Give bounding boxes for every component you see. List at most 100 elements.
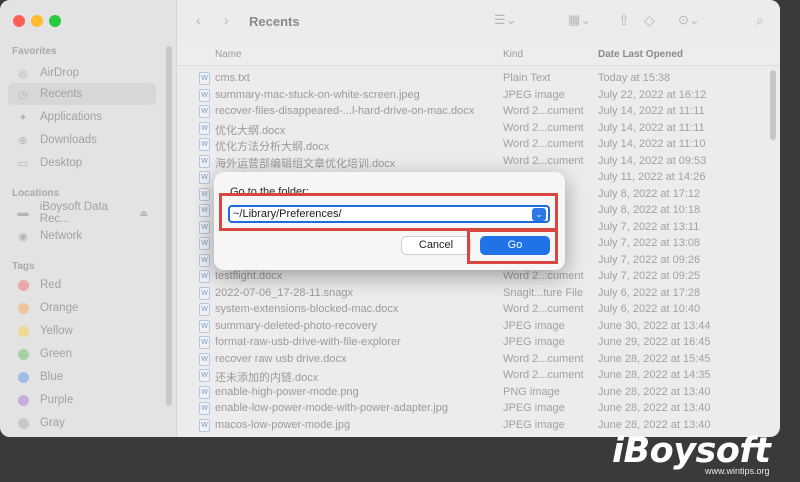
column-kind[interactable]: Kind <box>503 49 523 60</box>
sidebar-tag-orange[interactable]: Orange <box>8 297 156 319</box>
sidebar-item-airdrop[interactable]: ◎ AirDrop <box>8 62 156 84</box>
sidebar: Favorites ◎ AirDrop ◷ Recents ✦ Applicat… <box>0 0 177 437</box>
file-date: July 7, 2022 at 09:26 <box>598 253 701 266</box>
cancel-button[interactable]: Cancel <box>401 236 471 255</box>
sidebar-tag-blue[interactable]: Blue <box>8 366 156 388</box>
list-item[interactable]: W 优化方法分析大纲.docx Word 2...cument July 14, 20… <box>178 136 780 153</box>
file-date: July 11, 2022 at 14:26 <box>598 171 706 183</box>
file-date: June 29, 2022 at 16:45 <box>598 336 711 348</box>
file-kind: JPEG image <box>503 319 565 332</box>
desktop-icon: ▭ <box>17 157 29 170</box>
file-name: format-raw-usb-drive-with-file-explorer <box>215 336 401 348</box>
sidebar-tag-gray[interactable]: Gray <box>8 412 156 434</box>
list-item[interactable]: Wrecover-files-disappeared-...l-hard-dri… <box>178 103 780 120</box>
file-name: recover-files-disappeared-...l-hard-driv… <box>215 105 475 117</box>
list-item[interactable]: Wenable-high-power-mode.png PNG image June… <box>178 384 780 401</box>
list-item[interactable]: Wcms.txt Plain Text Today at 15:38 <box>178 70 780 87</box>
zoom-window-button[interactable] <box>49 15 61 27</box>
file-name: system-extensions-blocked-mac.docx <box>215 303 399 315</box>
sidebar-item-label: Green <box>40 348 72 360</box>
sidebar-section-favorites: Favorites <box>12 46 57 57</box>
file-icon: W <box>199 319 210 333</box>
file-name: enable-low-power-mode-with-power-adapter… <box>215 402 448 414</box>
list-item[interactable]: Wrecover raw usb drive.docx Word 2...cume… <box>178 351 780 368</box>
tag-dot-icon <box>18 302 29 314</box>
file-date: July 7, 2022 at 13:11 <box>598 220 700 233</box>
column-date-last-opened[interactable]: Date Last Opened <box>598 49 683 60</box>
sidebar-item-label: Applications <box>40 111 103 123</box>
tag-dot-icon <box>18 348 29 360</box>
forward-icon[interactable]: › <box>224 12 229 28</box>
sidebar-item-applications[interactable]: ✦ Applications <box>8 106 156 128</box>
eject-icon[interactable]: ⏏ <box>139 208 148 219</box>
list-item[interactable]: Wtestflight.docx Word 2...cument July 7, 2… <box>178 268 780 285</box>
search-icon[interactable]: ⌕ <box>756 12 764 29</box>
minimize-window-button[interactable] <box>31 15 43 27</box>
file-date: June 28, 2022 at 13:40 <box>598 402 711 414</box>
list-item[interactable]: Wsummary-deleted-photo-recovery JPEG imag… <box>178 318 780 335</box>
file-name: macos-low-power-mode.jpg <box>215 418 351 431</box>
file-icon: W <box>199 138 210 151</box>
sidebar-section-tags: Tags <box>12 261 35 272</box>
file-date: June 28, 2022 at 13:40 <box>598 418 711 431</box>
group-icon[interactable]: ▦⌄ <box>568 12 591 28</box>
list-item[interactable]: W 2022-07-06_17-28-11.snagx Snagit...ture … <box>178 285 780 302</box>
file-date: July 7, 2022 at 09:25 <box>598 270 701 282</box>
file-date: July 14, 2022 at 09:53 <box>598 154 707 167</box>
list-item[interactable]: Wformat-raw-usb-drive-with-file-explorer… <box>178 334 780 351</box>
sidebar-item-label: Purple <box>40 394 74 406</box>
drive-icon: ▬ <box>17 207 29 219</box>
file-kind: Word 2...cument <box>503 154 584 167</box>
file-kind: JPEG image <box>503 88 565 101</box>
airdrop-icon: ◎ <box>18 67 28 80</box>
sidebar-item-label: Downloads <box>40 134 97 146</box>
file-icon: W <box>199 402 210 415</box>
file-name: summary-deleted-photo-recovery <box>215 319 378 332</box>
file-name: recover raw usb drive.docx <box>215 352 347 365</box>
sidebar-item-label: AirDrop <box>40 67 79 79</box>
file-icon: W <box>199 253 210 267</box>
file-date: June 28, 2022 at 14:35 <box>598 369 711 381</box>
sidebar-item-network[interactable]: ◉ Network <box>8 225 156 247</box>
file-date: July 22, 2022 at 16:12 <box>598 88 707 101</box>
file-date: June 28, 2022 at 13:40 <box>598 385 711 398</box>
column-name[interactable]: Name <box>215 49 242 60</box>
list-item[interactable]: Wsummary-mac-stuck-on-white-screen.jpeg J… <box>178 87 780 104</box>
file-icon: W <box>199 237 210 250</box>
tag-icon[interactable]: ◇ <box>644 12 655 29</box>
sidebar-tag-red[interactable]: Red <box>8 274 156 296</box>
sidebar-item-recents[interactable]: ◷ Recents <box>8 83 156 105</box>
sidebar-item-label: Blue <box>40 371 64 383</box>
list-view-icon[interactable]: ☰⌄ <box>494 12 517 28</box>
sidebar-item-iboysoft-drive[interactable]: ▬ iBoysoft Data Rec... ⏏ <box>8 201 156 225</box>
list-item[interactable]: W 优化大纲.docx Word 2...cument July 14, 2022 a… <box>178 120 780 137</box>
sidebar-scrollbar[interactable] <box>166 46 172 406</box>
share-icon[interactable]: ⇧ <box>618 12 630 29</box>
file-icon: W <box>199 72 210 85</box>
file-kind: JPEG image <box>503 336 565 348</box>
list-item[interactable]: Wenable-low-power-mode-with-power-adapte… <box>178 400 780 417</box>
sidebar-item-desktop[interactable]: ▭ Desktop <box>8 152 156 174</box>
file-icon: W <box>199 286 210 300</box>
list-scrollbar[interactable] <box>770 70 776 140</box>
sidebar-item-downloads[interactable]: ⊕ Downloads <box>8 129 156 151</box>
sidebar-tag-purple[interactable]: Purple <box>8 389 156 411</box>
file-icon: W <box>199 369 210 382</box>
tag-dot-icon <box>18 417 29 429</box>
more-actions-icon[interactable]: ⊙⌄ <box>678 12 700 28</box>
list-item[interactable]: Wsystem-extensions-blocked-mac.docx Word … <box>178 301 780 318</box>
file-icon: W <box>199 220 210 234</box>
file-date: July 8, 2022 at 17:12 <box>598 187 701 200</box>
toolbar: ‹ › Recents ☰⌄ ▦⌄ ⇧ ◇ ⊙⌄ ⌕ <box>178 0 780 44</box>
file-icon: W <box>199 121 210 135</box>
sidebar-tag-yellow[interactable]: Yellow <box>8 320 156 342</box>
file-kind: Word 2...cument <box>503 121 584 134</box>
file-icon: W <box>199 88 210 102</box>
sidebar-tag-green[interactable]: Green <box>8 343 156 365</box>
window-title: Recents <box>249 14 300 29</box>
list-item[interactable]: W 海外运营部编辑组文章优化培训.docx Word 2...cument July … <box>178 153 780 170</box>
file-date: July 6, 2022 at 10:40 <box>598 303 701 315</box>
list-item[interactable]: W 还未添加的内链.docx Word 2...cument June 28, 202… <box>178 367 780 384</box>
close-window-button[interactable] <box>13 15 25 27</box>
back-icon[interactable]: ‹ <box>196 12 201 28</box>
